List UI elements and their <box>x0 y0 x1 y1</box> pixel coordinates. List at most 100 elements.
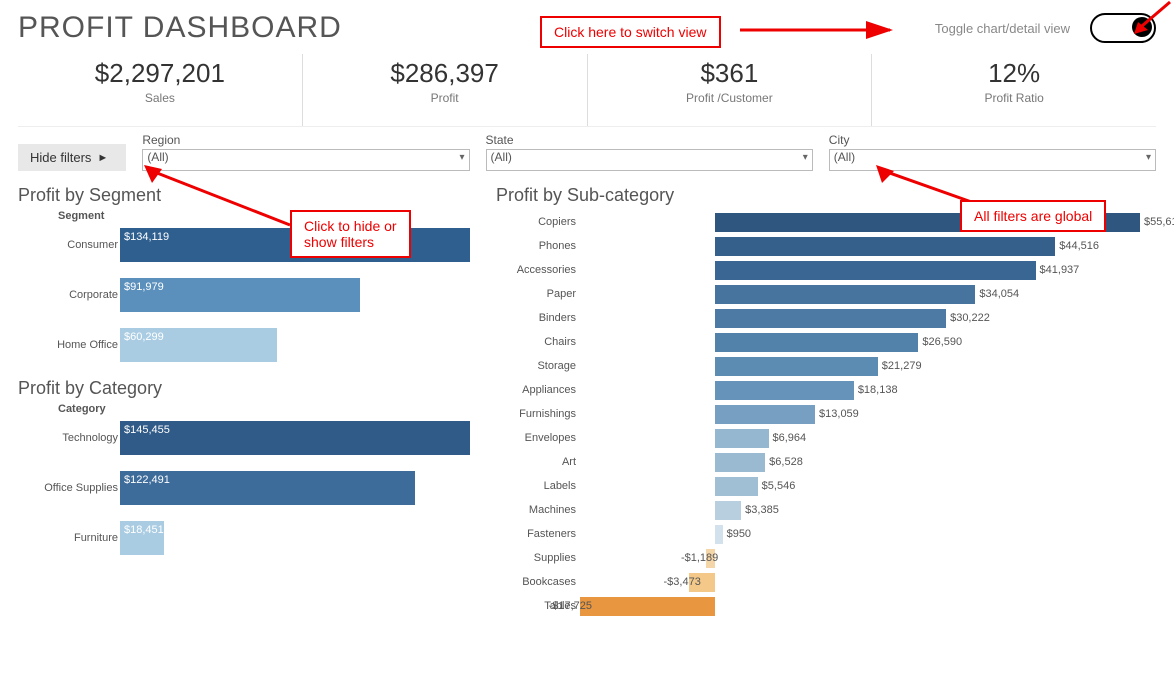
bar-track: $34,054 <box>580 285 1156 304</box>
bar-fill: $122,491 <box>120 471 415 505</box>
bar-track: $18,138 <box>580 381 1156 400</box>
bar-value-label: $145,455 <box>120 424 170 436</box>
bar-fill <box>715 477 757 496</box>
kpi-profit-customer: $361 Profit /Customer <box>587 54 872 126</box>
bar-row: Technology$145,455 <box>18 421 478 455</box>
bar-value-label: $122,491 <box>120 474 170 486</box>
bar-track: $41,937 <box>580 261 1156 280</box>
bar-track: $91,979 <box>120 278 478 312</box>
hide-filters-button[interactable]: Hide filters ► <box>18 144 126 171</box>
hide-filters-label: Hide filters <box>30 150 91 165</box>
bar-track: $44,516 <box>580 237 1156 256</box>
bar-row: Home Office$60,299 <box>18 328 478 362</box>
bar-category-label: Home Office <box>18 339 120 351</box>
toggle-label: Toggle chart/detail view <box>935 21 1070 36</box>
bar-fill <box>715 309 946 328</box>
bar-row: Labels $5,546 <box>496 474 1156 498</box>
bar-value-label: $44,516 <box>1059 240 1099 252</box>
bar-category-label: Technology <box>18 432 120 444</box>
filter-label-region: Region <box>142 133 469 147</box>
bar-row: Paper $34,054 <box>496 282 1156 306</box>
bar-value-label: $91,979 <box>120 281 164 293</box>
bar-track: $6,528 <box>580 453 1156 472</box>
bar-track: $950 <box>580 525 1156 544</box>
bar-fill: $18,451 <box>120 521 164 555</box>
kpi-value: $361 <box>588 58 872 89</box>
bar-row: Envelopes $6,964 <box>496 426 1156 450</box>
bar-value-label: $6,964 <box>773 432 807 444</box>
annotation-hide-filters: Click to hide or show filters <box>290 210 411 258</box>
bar-category-label: Office Supplies <box>18 482 120 494</box>
bar-category-label: Art <box>496 456 580 468</box>
annotation-arrow-icon <box>140 165 300 235</box>
kpi-profit-ratio: 12% Profit Ratio <box>871 54 1156 126</box>
bar-row: Supplies-$1,189 <box>496 546 1156 570</box>
bar-value-label: -$1,189 <box>681 552 718 564</box>
bar-fill <box>715 525 722 544</box>
bar-row: Art$6,528 <box>496 450 1156 474</box>
bar-category-label: Corporate <box>18 289 120 301</box>
bar-value-label: $950 <box>727 528 751 540</box>
arrow-right-icon: ► <box>97 152 108 164</box>
bar-category-label: Appliances <box>496 384 580 396</box>
kpi-profit: $286,397 Profit <box>302 54 587 126</box>
category-axis-label: Category <box>58 403 478 415</box>
bar-fill <box>715 357 877 376</box>
bar-value-label: -$3,473 <box>664 576 701 588</box>
filter-label-state: State <box>486 133 813 147</box>
bar-fill <box>580 597 715 616</box>
bar-track: $30,222 <box>580 309 1156 328</box>
bar-track: $18,451 <box>120 521 478 555</box>
bar-category-label: Bookcases <box>496 576 580 588</box>
filter-label-city: City <box>829 133 1156 147</box>
bar-category-label: Paper <box>496 288 580 300</box>
bar-category-label: Consumer <box>18 239 120 251</box>
bar-category-label: Labels <box>496 480 580 492</box>
category-chart-title: Profit by Category <box>18 378 478 399</box>
bar-value-label: $18,451 <box>120 524 164 536</box>
bar-category-label: Phones <box>496 240 580 252</box>
bar-category-label: Fasteners <box>496 528 580 540</box>
kpi-value: 12% <box>872 58 1156 89</box>
bar-row: Storage$21,279 <box>496 354 1156 378</box>
bar-category-label: Furniture <box>18 532 120 544</box>
bar-fill <box>715 381 853 400</box>
category-chart: Technology$145,455 Office Supplies$122,49… <box>18 421 478 555</box>
filter-state-select[interactable]: (All) <box>486 149 813 171</box>
kpi-value: $286,397 <box>303 58 587 89</box>
bar-category-label: Envelopes <box>496 432 580 444</box>
kpi-row: $2,297,201 Sales $286,397 Profit $361 Pr… <box>18 54 1156 127</box>
bar-row: Fasteners $950 <box>496 522 1156 546</box>
kpi-label: Sales <box>18 91 302 105</box>
bar-category-label: Chairs <box>496 336 580 348</box>
filter-value: (All) <box>147 150 168 164</box>
bar-fill: $145,455 <box>120 421 470 455</box>
page-title: PROFIT DASHBOARD <box>18 11 342 45</box>
bar-fill <box>715 405 815 424</box>
kpi-sales: $2,297,201 Sales <box>18 54 302 126</box>
bar-row: Corporate$91,979 <box>18 278 478 312</box>
bar-category-label: Furnishings <box>496 408 580 420</box>
bar-fill <box>715 453 765 472</box>
bar-value-label: $60,299 <box>120 331 164 343</box>
bar-row: Accessories $41,937 <box>496 258 1156 282</box>
bar-category-label: Copiers <box>496 216 580 228</box>
bar-value-label: $34,054 <box>979 288 1019 300</box>
bar-fill <box>715 333 918 352</box>
bar-track: $145,455 <box>120 421 478 455</box>
bar-track: $21,279 <box>580 357 1156 376</box>
bar-value-label: $18,138 <box>858 384 898 396</box>
filter-value: (All) <box>491 150 512 164</box>
bar-row: Furniture$18,451 <box>18 521 478 555</box>
bar-fill <box>715 429 768 448</box>
bar-value-label: $41,937 <box>1040 264 1080 276</box>
bar-category-label: Accessories <box>496 264 580 276</box>
bar-row: Phones $44,516 <box>496 234 1156 258</box>
bar-track: $3,385 <box>580 501 1156 520</box>
bar-row: Appliances $18,138 <box>496 378 1156 402</box>
bar-value-label: $5,546 <box>762 480 796 492</box>
bar-track: -$3,473 <box>580 573 1156 592</box>
bar-track: $5,546 <box>580 477 1156 496</box>
kpi-value: $2,297,201 <box>18 58 302 89</box>
bar-category-label: Machines <box>496 504 580 516</box>
